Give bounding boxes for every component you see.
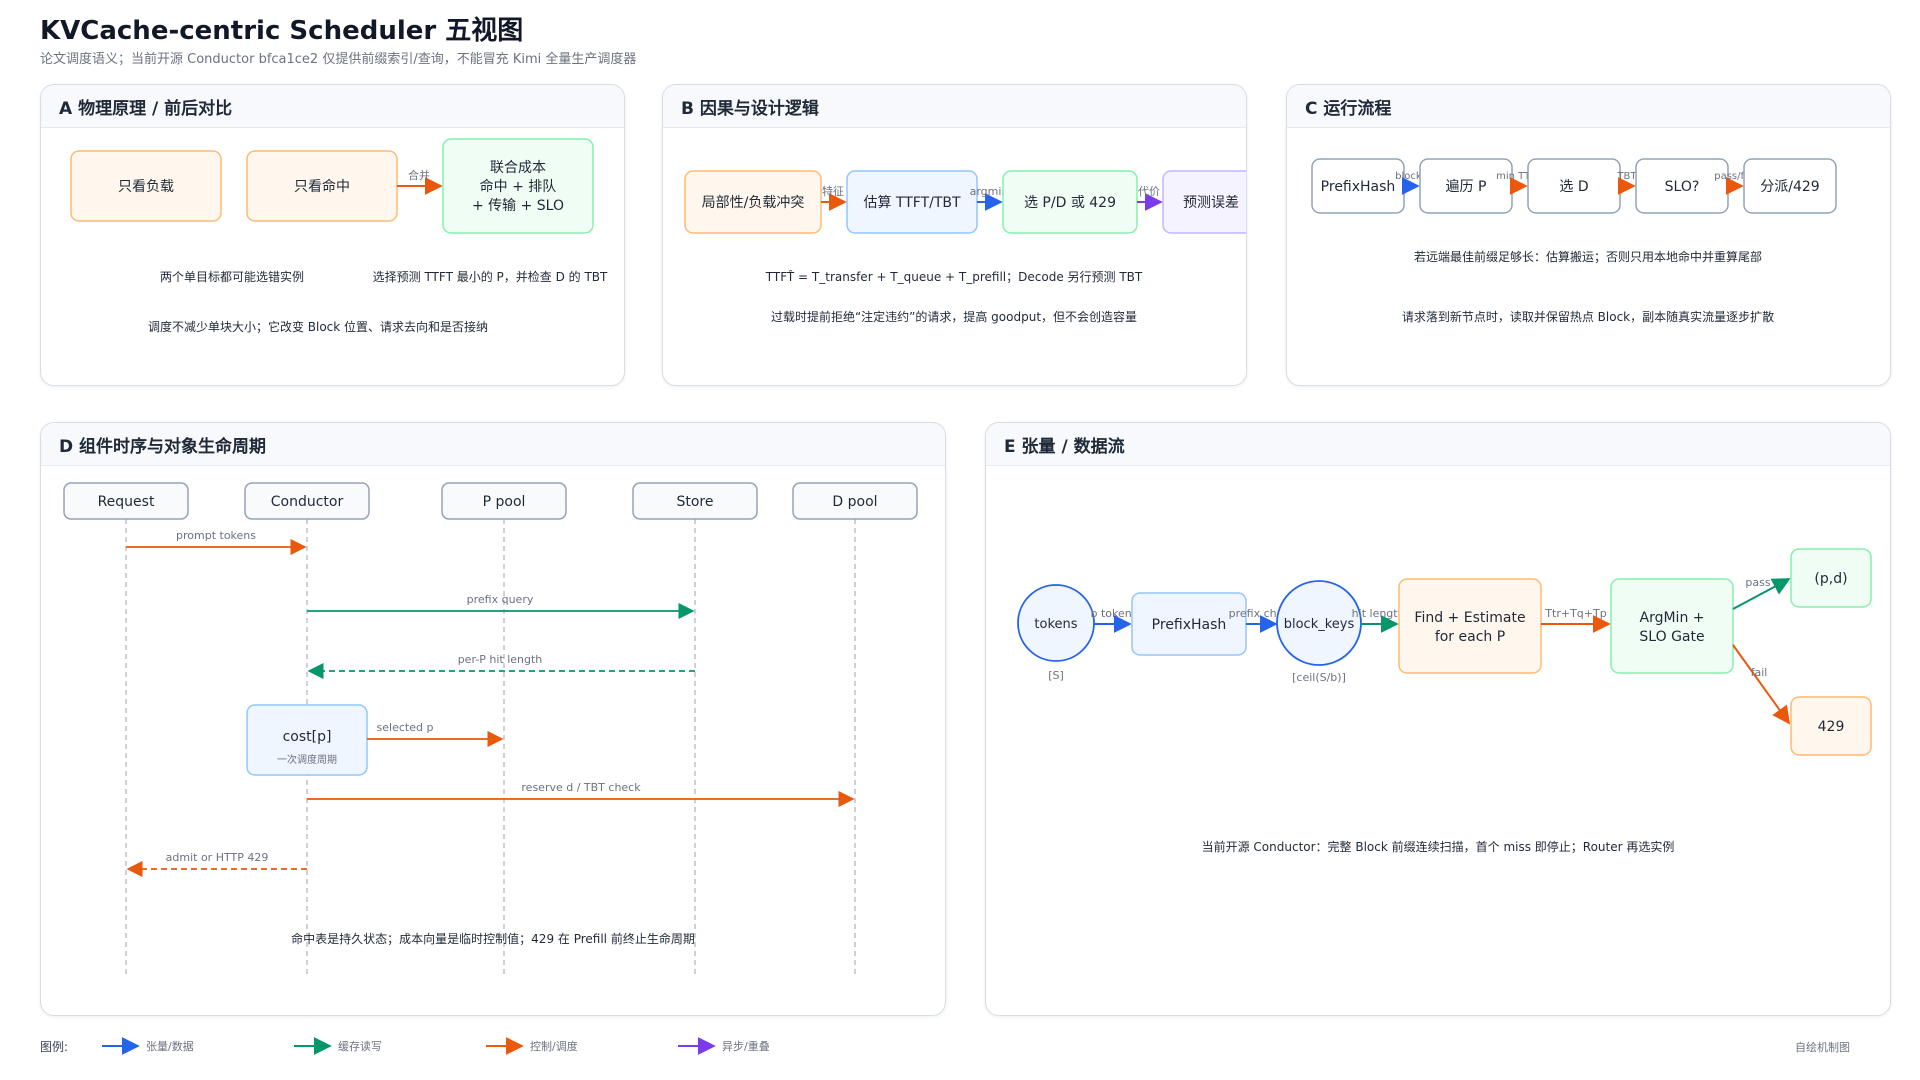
joint-line-3: + 传输 + SLO	[472, 198, 564, 214]
lane-store: Store	[632, 482, 758, 520]
box-b4-label: 预测误差	[1183, 195, 1239, 211]
box-b2-label: 估算 TTFT/TBT	[863, 195, 961, 211]
box-hit-label: 只看命中	[294, 178, 350, 195]
arrow-fail	[1732, 644, 1791, 725]
panel-a-note-3: 调度不减少单块大小；它改变 Block 位置、请求去向和是否接纳	[148, 319, 488, 334]
edge-b1-label: 特征	[822, 184, 844, 198]
cost-box-label: cost[p]	[283, 729, 332, 745]
panel-d-note: 命中表是持久状态；成本向量是临时控制值；429 在 Prefill 前终止生命周…	[291, 931, 695, 946]
node-prefixhash: PrefixHash	[1131, 592, 1247, 656]
panel-b-note-2: 过载时提前拒绝“注定违约”的请求，提高 goodput，但不会创造容量	[771, 309, 1137, 324]
panel-b: B 因果与设计逻辑 局部性/负载冲突 特征 估算 TTFT/TBT argmin…	[662, 84, 1247, 386]
box-load-only: 只看负载	[70, 150, 222, 222]
box-prediction-error: 预测误差	[1162, 170, 1246, 234]
edge-ttr-label: Ttr+Tq+Tp	[1544, 607, 1606, 620]
box-load-label: 只看负载	[118, 179, 174, 195]
panel-c: C 运行流程 PrefixHash blocks 遍历 P min TTFT 选…	[1286, 84, 1891, 386]
step-prefixhash: PrefixHash	[1311, 158, 1405, 214]
legend-tensor-label: 张量/数据	[146, 1040, 194, 1053]
block-keys-label: block_keys	[1284, 617, 1355, 632]
lane-d-pool: D pool	[792, 482, 918, 520]
node-429: 429	[1790, 696, 1872, 756]
box-joint-cost: 联合成本 命中 + 排队 + 传输 + SLO	[442, 138, 594, 234]
argmin-line-1: ArgMin +	[1640, 610, 1705, 626]
step-select-d: 选 D	[1527, 158, 1621, 214]
panel-d: D 组件时序与对象生命周期 Request Conductor P pool S…	[40, 422, 946, 1016]
lane-p-pool: P pool	[441, 482, 567, 520]
lane-conductor-label: Conductor	[271, 494, 344, 510]
edge-fail-label: fail	[1751, 666, 1768, 679]
block-keys-sub: [ceil(S/b)]	[1292, 671, 1346, 684]
joint-line-1: 联合成本	[490, 160, 546, 176]
msg-hit-label: per-P hit length	[458, 653, 543, 666]
legend-async-arrow	[678, 1037, 716, 1055]
msg-prompt-label: prompt tokens	[176, 529, 256, 542]
step-4-label: SLO?	[1665, 179, 1700, 195]
box-select-pd: 选 P/D 或 429	[1002, 170, 1138, 234]
step-slo-check: SLO?	[1635, 158, 1729, 214]
box-b3-label: 选 P/D 或 429	[1024, 195, 1116, 211]
panel-b-note-1: TTFT̂ = T_transfer + T_queue + T_prefill…	[765, 270, 1143, 284]
msg-selected-label: selected p	[377, 721, 434, 734]
page-title: KVCache-centric Scheduler 五视图	[40, 16, 524, 46]
legend-async-label: 异步/重叠	[722, 1040, 770, 1053]
page-subtitle: 论文调度语义；当前开源 Conductor bfca1ce2 仅提供前缀索引/查…	[40, 52, 637, 67]
panel-c-note-2: 请求落到新节点时，读取并保留热点 Block，副本随真实流量逐步扩散	[1402, 309, 1774, 324]
box-b1-label: 局部性/负载冲突	[702, 195, 805, 211]
node-pd-result: (p,d)	[1790, 548, 1872, 608]
legend-control-label: 控制/调度	[530, 1040, 578, 1053]
legend-cache-label: 缓存读写	[338, 1040, 382, 1053]
node-argmin-gate: ArgMin + SLO Gate	[1610, 578, 1734, 674]
legend-label: 图例:	[40, 1040, 69, 1054]
cost-vector-box: cost[p] 一次调度周期	[246, 704, 368, 776]
panel-c-note-1: 若远端最佳前缀足够长：估算搬运；否则只用本地命中并重算尾部	[1414, 249, 1762, 264]
step-dispatch: 分派/429	[1743, 158, 1837, 214]
step-5-label: 分派/429	[1760, 179, 1819, 195]
find-line-2: for each P	[1435, 629, 1505, 645]
lane-d-pool-label: D pool	[832, 494, 877, 510]
edge-btokens-label: b tokens	[1091, 607, 1138, 620]
legend-control-arrow	[486, 1037, 524, 1055]
msg-reserve-label: reserve d / TBT check	[521, 781, 641, 794]
panel-e: E 张量 / 数据流 tokens [S] b tokens PrefixHas…	[985, 422, 1891, 1016]
panel-e-note: 当前开源 Conductor：完整 Block 前缀连续扫描，首个 miss 即…	[1202, 839, 1675, 854]
box-hit-only: 只看命中	[246, 150, 398, 222]
lane-request-label: Request	[98, 494, 155, 510]
merge-label: 合并	[408, 168, 430, 182]
reject-label: 429	[1818, 719, 1845, 735]
box-locality-conflict: 局部性/负载冲突	[684, 170, 822, 234]
step-1-label: PrefixHash	[1321, 179, 1396, 195]
prefixhash-label: PrefixHash	[1152, 617, 1227, 633]
pd-label: (p,d)	[1814, 571, 1847, 587]
edge-b3-label: 代价	[1138, 185, 1160, 198]
panel-a-note-1: 两个单目标都可能选错实例	[160, 269, 304, 284]
msg-prefix-label: prefix query	[467, 593, 534, 606]
joint-line-2: 命中 + 排队	[480, 178, 557, 195]
step-3-label: 选 D	[1559, 179, 1588, 195]
box-estimate-ttft: 估算 TTFT/TBT	[846, 170, 978, 234]
find-line-1: Find + Estimate	[1414, 610, 1525, 626]
node-find-estimate: Find + Estimate for each P	[1398, 578, 1542, 674]
step-2-label: 遍历 P	[1446, 179, 1487, 195]
footer-note: 自绘机制图	[1795, 1041, 1850, 1054]
lane-conductor: Conductor	[244, 482, 370, 520]
panel-a: A 物理原理 / 前后对比 只看负载 只看命中 合并 联合成本 命中 + 排队 …	[40, 84, 625, 386]
step-traverse-p: 遍历 P	[1419, 158, 1513, 214]
edge-c3-label: TBT	[1616, 171, 1637, 182]
lane-request: Request	[63, 482, 189, 520]
legend: 图例: 张量/数据 缓存读写 控制/调度 异步/重叠	[40, 1036, 1880, 1060]
lane-p-pool-label: P pool	[483, 494, 526, 510]
node-tokens: tokens [S]	[1017, 584, 1095, 682]
node-block-keys: block_keys [ceil(S/b)]	[1276, 580, 1362, 684]
msg-admit-label: admit or HTTP 429	[166, 851, 269, 864]
tokens-label: tokens	[1034, 617, 1077, 632]
lane-store-label: Store	[676, 494, 713, 510]
tokens-sub: [S]	[1048, 669, 1064, 682]
argmin-line-2: SLO Gate	[1639, 629, 1704, 645]
panel-a-note-2: 选择预测 TTFT 最小的 P，并检查 D 的 TBT	[373, 269, 608, 284]
legend-tensor-arrow	[102, 1037, 140, 1055]
legend-cache-arrow	[294, 1037, 332, 1055]
edge-pass-label: pass	[1745, 576, 1770, 589]
cost-box-sub: 一次调度周期	[277, 753, 337, 766]
